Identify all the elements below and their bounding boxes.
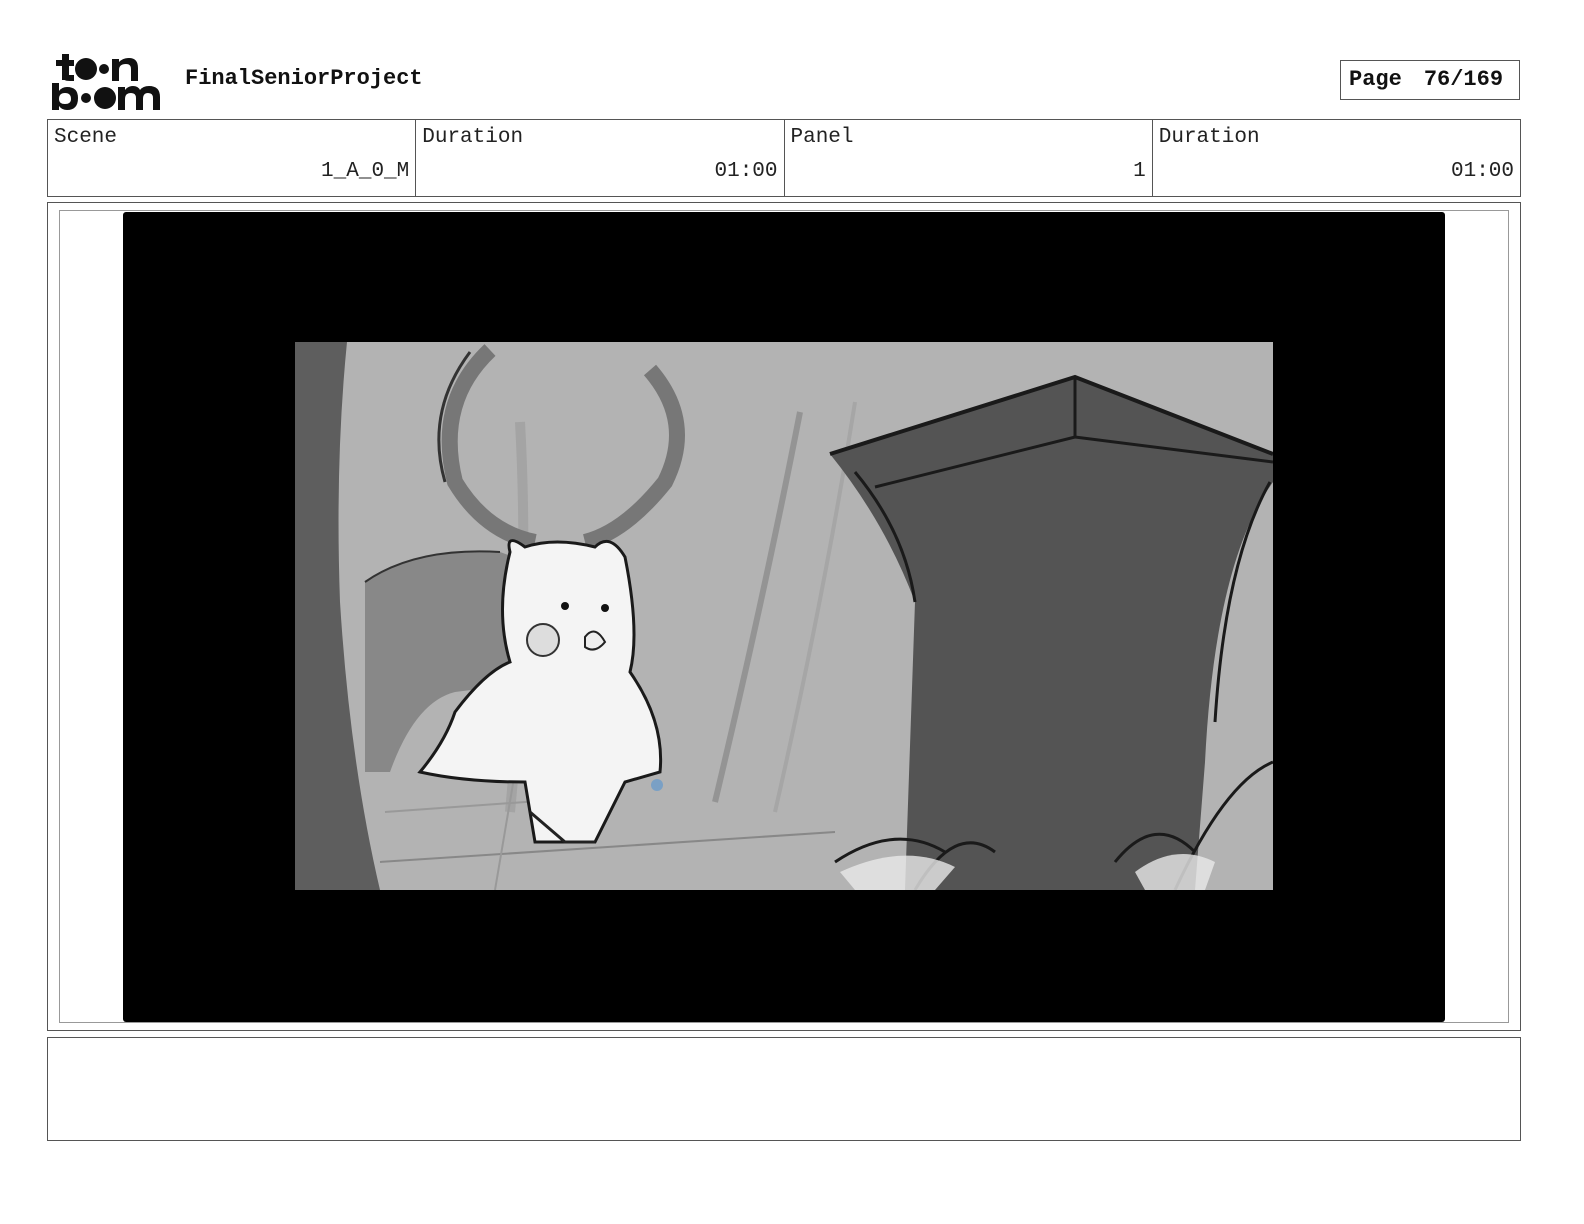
page-label: Page [1349,67,1402,92]
panel-duration-value: 01:00 [1450,160,1514,183]
panel-cell: Panel 1 [785,120,1153,196]
page-number: 76/169 [1423,67,1504,92]
panel-value: 1 [1133,160,1146,183]
scene-duration-label: Duration [422,126,524,149]
scene-duration-cell: Duration 01:00 [416,120,785,196]
scene-value: 1_A_0_M [321,160,410,183]
scene-info-table: Scene 1_A_0_M Duration 01:00 Panel 1 Dur… [47,119,1521,197]
project-title: FinalSeniorProject [185,66,423,91]
panel-duration-cell: Duration 01:00 [1153,120,1520,196]
panel-notes-box [47,1037,1521,1141]
scene-duration-value: 01:00 [714,160,778,183]
scene-label: Scene [54,126,118,149]
page-indicator: Page 76/169 [1340,60,1520,100]
storyboard-panel-image [295,342,1273,890]
scene-cell: Scene 1_A_0_M [48,120,417,196]
panel-label: Panel [790,126,854,149]
toon-boom-logo [52,54,160,110]
panel-duration-label: Duration [1158,126,1260,149]
